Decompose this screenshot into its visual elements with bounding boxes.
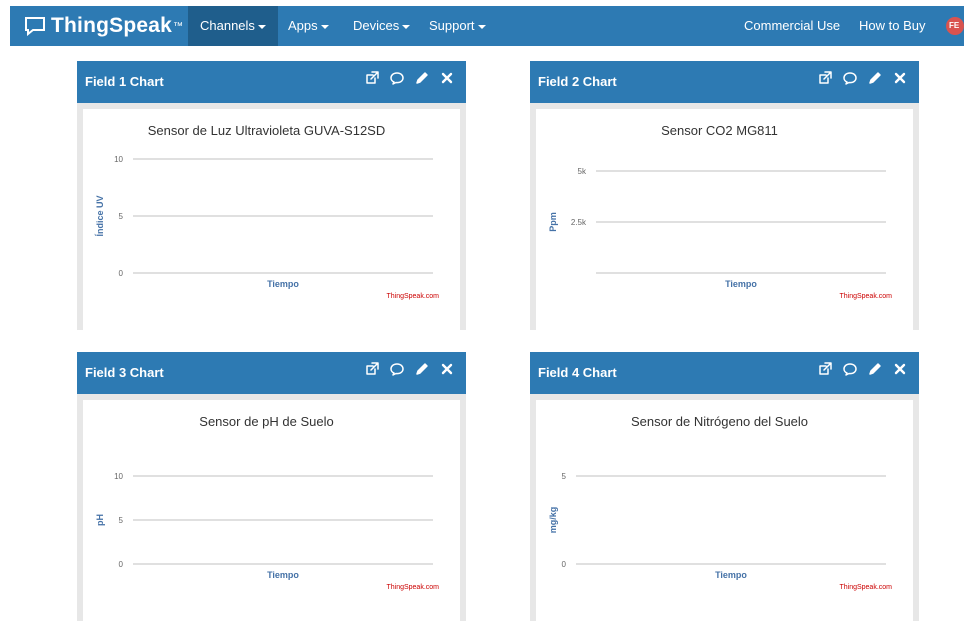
nav-devices-label: Devices <box>353 18 400 33</box>
panel-title: Field 2 Chart <box>538 74 617 89</box>
nav-channels-label: Channels <box>200 18 255 33</box>
chart-title: Sensor de Nitrógeno del Suelo <box>631 414 808 429</box>
pencil-icon[interactable] <box>415 71 429 85</box>
nav-apps[interactable]: Apps <box>276 6 341 46</box>
nav-support[interactable]: Support <box>417 6 498 46</box>
pencil-icon[interactable] <box>868 71 882 85</box>
caret-down-icon <box>257 24 266 29</box>
y-axis-label: Índice UV <box>95 195 105 236</box>
y-tick-label: 10 <box>114 472 123 481</box>
top-navbar: ThingSpeak ™ Channels Apps Devices Suppor… <box>10 6 964 46</box>
panel-tools <box>365 71 454 85</box>
thingspeak-credit-link[interactable]: ThingSpeak.com <box>386 584 439 591</box>
thingspeak-credit-link[interactable]: ThingSpeak.com <box>839 584 892 591</box>
y-axis-label: mg/kg <box>548 507 558 534</box>
panel-title: Field 3 Chart <box>85 365 164 380</box>
comment-icon[interactable] <box>390 362 404 376</box>
x-axis-label: Tiempo <box>267 279 299 289</box>
panel-tools <box>818 71 907 85</box>
brand-name: ThingSpeak <box>51 14 173 37</box>
chart-area: Sensor de Luz Ultravioleta GUVA-S12SD 10 5… <box>83 109 460 330</box>
comment-icon[interactable] <box>390 71 404 85</box>
thingspeak-credit-link[interactable]: ThingSpeak.com <box>839 293 892 300</box>
nav-devices[interactable]: Devices <box>341 6 422 46</box>
pencil-icon[interactable] <box>868 362 882 376</box>
field-3-chart-panel: Field 3 Chart Sensor de pH de Suelo 10 5 0 p… <box>77 352 466 621</box>
pencil-icon[interactable] <box>415 362 429 376</box>
y-tick-label: 0 <box>562 560 567 569</box>
panel-header: Field 4 Chart <box>530 352 919 394</box>
panel-tools <box>818 362 907 376</box>
field-2-chart: Sensor CO2 MG811 5k 2.5k Ppm Tiempo ThingSpea… <box>548 123 892 300</box>
chart-area: Sensor CO2 MG811 5k 2.5k Ppm Tiempo ThingSpea… <box>536 109 913 330</box>
nav-channels[interactable]: Channels <box>188 6 278 46</box>
chart-title: Sensor CO2 MG811 <box>661 123 778 138</box>
y-tick-label: 0 <box>119 560 124 569</box>
external-link-icon[interactable] <box>818 362 832 376</box>
user-avatar[interactable]: FE <box>946 17 964 35</box>
y-axis-label: Ppm <box>548 212 558 232</box>
brand-trademark: ™ <box>173 20 184 32</box>
x-axis-label: Tiempo <box>725 279 757 289</box>
field-4-chart: Sensor de Nitrógeno del Suelo 5 0 mg/kg Tiem… <box>548 414 892 591</box>
nav-apps-label: Apps <box>288 18 318 33</box>
thingspeak-logo[interactable]: ThingSpeak ™ <box>24 6 183 46</box>
external-link-icon[interactable] <box>365 71 379 85</box>
nav-how-to-buy[interactable]: How to Buy <box>847 6 937 46</box>
y-axis-label: pH <box>95 514 105 526</box>
panel-title: Field 1 Chart <box>85 74 164 89</box>
y-tick-label: 0 <box>119 269 124 278</box>
close-icon[interactable] <box>893 71 907 85</box>
chart-area: Sensor de Nitrógeno del Suelo 5 0 mg/kg Tiem… <box>536 400 913 621</box>
comment-icon[interactable] <box>843 71 857 85</box>
nav-commercial-use[interactable]: Commercial Use <box>732 6 852 46</box>
external-link-icon[interactable] <box>818 71 832 85</box>
external-link-icon[interactable] <box>365 362 379 376</box>
panel-title: Field 4 Chart <box>538 365 617 380</box>
caret-down-icon <box>477 24 486 29</box>
field-1-chart: Sensor de Luz Ultravioleta GUVA-S12SD 10 5… <box>95 123 439 300</box>
y-tick-label: 10 <box>114 155 123 164</box>
chart-title: Sensor de Luz Ultravioleta GUVA-S12SD <box>148 123 385 138</box>
chart-area: Sensor de pH de Suelo 10 5 0 pH Tiempo ThingSp… <box>83 400 460 621</box>
comment-icon[interactable] <box>843 362 857 376</box>
caret-down-icon <box>320 24 329 29</box>
y-tick-label: 5 <box>562 472 567 481</box>
y-tick-label: 5 <box>119 212 124 221</box>
panel-tools <box>365 362 454 376</box>
y-tick-label: 2.5k <box>571 218 587 227</box>
chart-title: Sensor de pH de Suelo <box>199 414 333 429</box>
field-1-chart-panel: Field 1 Chart Sensor de Luz Ultravioleta… <box>77 61 466 330</box>
field-3-chart: Sensor de pH de Suelo 10 5 0 pH Tiempo ThingSp… <box>95 414 439 591</box>
close-icon[interactable] <box>440 71 454 85</box>
y-tick-label: 5k <box>578 167 587 176</box>
nav-support-label: Support <box>429 18 475 33</box>
x-axis-label: Tiempo <box>715 570 747 580</box>
panel-header: Field 3 Chart <box>77 352 466 394</box>
x-axis-label: Tiempo <box>267 570 299 580</box>
field-2-chart-panel: Field 2 Chart Sensor CO2 MG811 5k 2.5k Ppm T… <box>530 61 919 330</box>
y-tick-label: 5 <box>119 516 124 525</box>
speech-bubble-icon <box>25 17 45 36</box>
panel-header: Field 1 Chart <box>77 61 466 103</box>
caret-down-icon <box>402 24 411 29</box>
close-icon[interactable] <box>893 362 907 376</box>
panel-header: Field 2 Chart <box>530 61 919 103</box>
close-icon[interactable] <box>440 362 454 376</box>
thingspeak-credit-link[interactable]: ThingSpeak.com <box>386 293 439 300</box>
field-4-chart-panel: Field 4 Chart Sensor de Nitrógeno del Su… <box>530 352 919 621</box>
